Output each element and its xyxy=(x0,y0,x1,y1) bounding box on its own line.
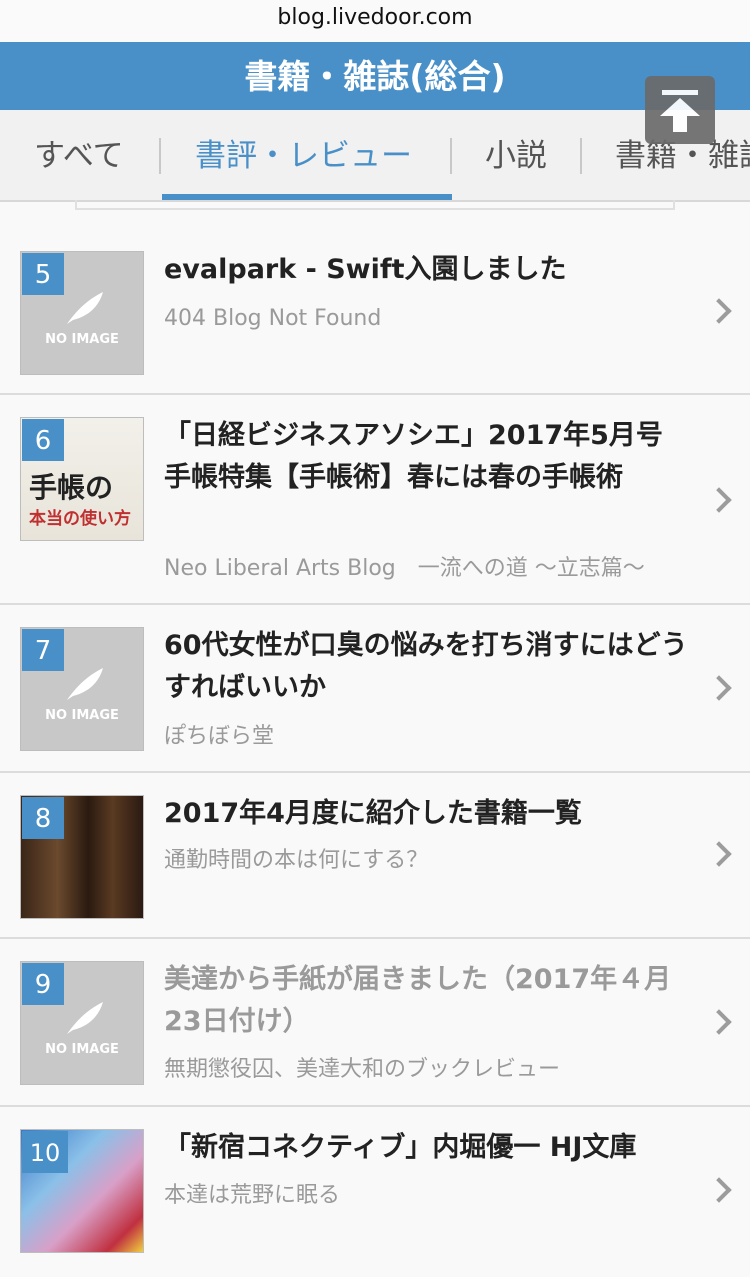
rank-badge: 9 xyxy=(22,963,64,1005)
chevron-right-icon xyxy=(706,675,732,701)
ranking-item-8[interactable]: 8 2017年4月度に紹介した書籍一覧 通勤時間の本は何にする？ xyxy=(0,773,750,939)
tab-divider xyxy=(450,138,452,174)
tab-all[interactable]: すべて xyxy=(34,110,124,200)
no-image-thumbnail: 7 NO IMAGE xyxy=(20,627,144,751)
blog-name: Neo Liberal Arts Blog 一流への道 〜立志篇〜 xyxy=(164,556,645,581)
book-cover-text: 本当の使い方 xyxy=(29,509,131,529)
entry-title[interactable]: 2017年4月度に紹介した書籍一覧 xyxy=(164,793,704,835)
blog-name: 通勤時間の本は何にする？ xyxy=(164,848,429,873)
tab-novels[interactable]: 小説 xyxy=(485,110,547,200)
chevron-right-icon xyxy=(706,841,732,867)
page-header: 書籍・雑誌(総合) xyxy=(0,42,750,110)
entry-title[interactable]: 美達から手紙が届きました（2017年４月23日付け） xyxy=(164,959,704,1043)
ranking-item-5[interactable]: 5 NO IMAGE evalpark - Swift入園しました 404 Bl… xyxy=(0,225,750,395)
page-title: 書籍・雑誌(総合) xyxy=(244,57,506,96)
ranking-item-10[interactable]: 10 「新宿コネクティブ」内堀優一 HJ文庫 本達は荒野に眠る xyxy=(0,1107,750,1277)
chevron-right-icon xyxy=(706,1177,732,1203)
category-tabs: すべて 書評・レビュー 小説 書籍・雑誌 xyxy=(0,110,750,202)
url-text: blog.livedoor.com xyxy=(277,5,473,30)
no-image-label: NO IMAGE xyxy=(45,1042,119,1057)
chevron-right-icon xyxy=(706,1009,732,1035)
entry-title[interactable]: 「新宿コネクティブ」内堀優一 HJ文庫 xyxy=(164,1127,704,1169)
entry-title[interactable]: 60代女性が口臭の悩みを打ち消すにはどうすればいいか xyxy=(164,625,704,709)
rank-badge: 7 xyxy=(22,629,64,671)
book-cover-text: 手帳の xyxy=(29,471,114,504)
ranking-item-9[interactable]: 9 NO IMAGE 美達から手紙が届きました（2017年４月23日付け） 無期… xyxy=(0,939,750,1107)
blog-name: 本達は荒野に眠る xyxy=(164,1183,341,1208)
entry-thumbnail: 6 手帳の 本当の使い方 xyxy=(20,417,144,541)
entry-thumbnail: 8 xyxy=(20,795,144,919)
rank-badge: 8 xyxy=(22,797,64,839)
chevron-right-icon xyxy=(706,487,732,513)
scroll-top-icon xyxy=(662,90,698,95)
tab-divider xyxy=(159,138,161,174)
chevron-right-icon xyxy=(706,298,732,324)
blog-name: 404 Blog Not Found xyxy=(164,306,382,331)
no-image-label: NO IMAGE xyxy=(45,332,119,347)
no-image-thumbnail: 9 NO IMAGE xyxy=(20,961,144,1085)
rank-badge: 6 xyxy=(22,419,64,461)
scroll-to-top-button[interactable] xyxy=(645,76,715,144)
browser-url-bar[interactable]: blog.livedoor.com xyxy=(0,0,750,42)
feather-icon xyxy=(67,1002,103,1034)
tab-divider xyxy=(580,138,582,174)
no-image-label: NO IMAGE xyxy=(45,708,119,723)
ranking-item-6[interactable]: 6 手帳の 本当の使い方 「日経ビジネスアソシエ」2017年5月号 手帳特集【手… xyxy=(0,395,750,605)
arrow-stem xyxy=(673,114,687,132)
feather-icon xyxy=(67,668,103,700)
tab-reviews[interactable]: 書評・レビュー xyxy=(195,110,412,200)
entry-thumbnail: 10 xyxy=(20,1129,144,1253)
feather-icon xyxy=(67,292,103,324)
ranking-item-7[interactable]: 7 NO IMAGE 60代女性が口臭の悩みを打ち消すにはどうすればいいか ぽち… xyxy=(0,605,750,773)
rank-badge: 10 xyxy=(22,1131,68,1173)
rank-badge: 5 xyxy=(22,253,64,295)
divider xyxy=(75,200,675,210)
entry-title[interactable]: evalpark - Swift入園しました xyxy=(164,249,704,291)
blog-name: 無期懲役囚、美達大和のブックレビュー xyxy=(164,1057,561,1082)
blog-name: ぽちぼら堂 xyxy=(164,724,275,749)
entry-title[interactable]: 「日経ビジネスアソシエ」2017年5月号 手帳特集【手帳術】春には春の手帳術 xyxy=(164,415,704,499)
no-image-thumbnail: 5 NO IMAGE xyxy=(20,251,144,375)
